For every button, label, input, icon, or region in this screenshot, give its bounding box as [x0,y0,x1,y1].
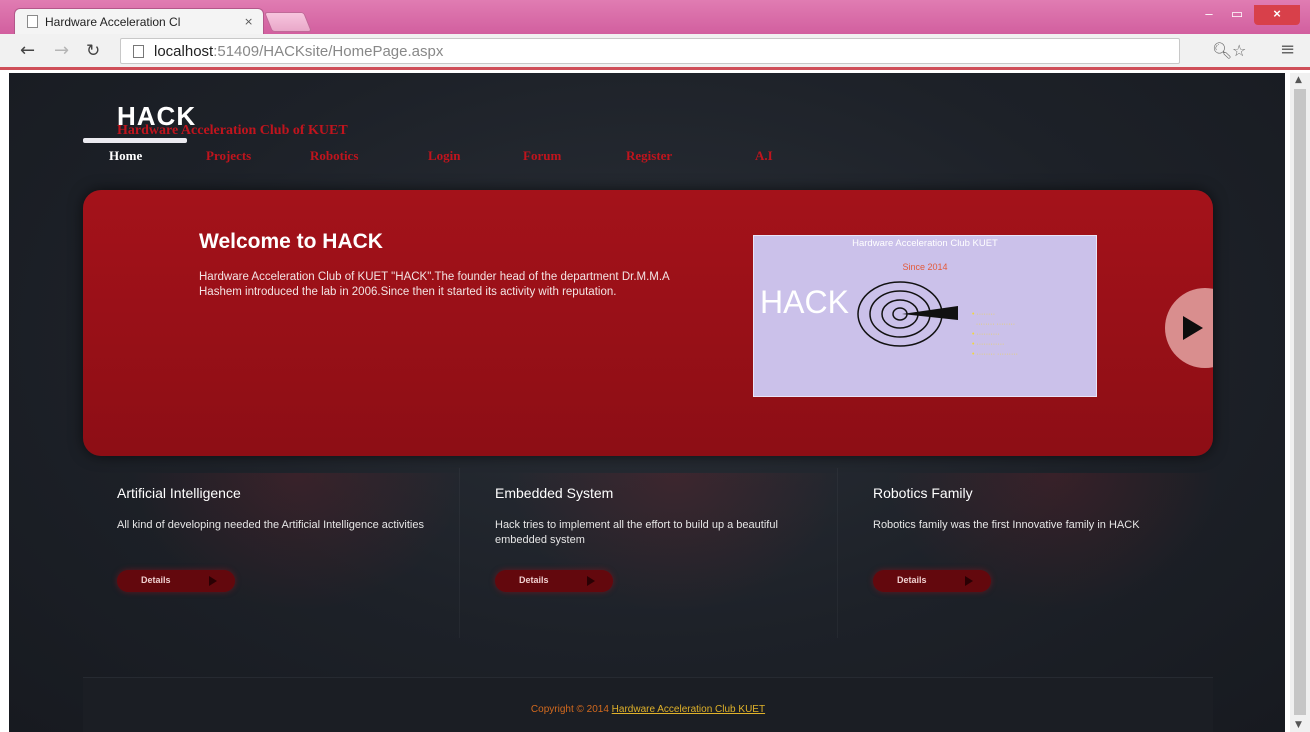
feature-title: Embedded System [495,485,614,501]
site-tagline: Hardware Acceleration Club of KUET [117,123,348,138]
hero-title: Welcome to HACK [199,230,383,253]
details-button-label: Details [897,575,927,585]
target-icon [857,281,958,347]
details-button[interactable]: Details [495,570,613,592]
window-close-button[interactable]: × [1254,5,1300,25]
zoom-icon[interactable]: 🔍︎ [1212,41,1232,60]
page-icon [133,44,144,58]
footer-club-link[interactable]: Hardware Acceleration Club KUET [612,704,765,715]
feature-title: Robotics Family [873,485,973,501]
feature-text: Hack tries to implement all the effort t… [495,519,778,546]
browser-toolbar: ← → ↻ localhost:51409/HACKsite/HomePage.… [0,34,1310,70]
page-viewport: HACK Hardware Acceleration Club of KUET … [9,73,1285,732]
nav-home[interactable]: Home [109,148,206,164]
hero-image-logo: HACK [760,284,849,320]
scroll-up-icon[interactable]: ▲ [1295,75,1302,85]
hero-image-since: Since 2014 [902,262,948,272]
feature-text: Robotics family was the first Innovative… [873,519,1140,531]
window-maximize-button[interactable]: ▭ [1224,5,1250,25]
details-button[interactable]: Details [117,570,235,592]
nav-forum[interactable]: Forum [523,148,626,164]
feature-title: Artificial Intelligence [117,485,241,501]
hero-image-bullets: • ········ ········ ········ • ·········… [972,311,1018,358]
hero-image-heading: Hardware Acceleration Club KUET [852,238,998,249]
feature-card: Robotics Family Robotics family was the … [873,473,1233,623]
scroll-down-icon[interactable]: ▼ [1295,720,1302,730]
main-nav: Home Projects Robotics Login Forum Regis… [109,148,773,164]
play-arrow-icon [965,576,973,586]
page-footer: Copyright © 2014 Hardware Acceleration C… [83,677,1213,732]
menu-icon[interactable]: ≡ [1280,39,1295,60]
forward-arrow-icon[interactable]: → [54,40,69,61]
scrollbar[interactable]: ▲ ▼ [1290,73,1310,732]
details-button-label: Details [141,575,171,585]
feature-card: Artificial Intelligence All kind of deve… [117,473,477,623]
hero-text: Hardware Acceleration Club of KUET "HACK… [199,271,670,298]
footer-text: Copyright © 2014 Hardware Acceleration C… [83,704,1213,715]
nav-login[interactable]: Login [428,148,523,164]
tab-title: Hardware Acceleration Cl [45,14,181,29]
active-nav-indicator [83,138,187,143]
play-arrow-icon [209,576,217,586]
nav-projects[interactable]: Projects [206,148,310,164]
reload-icon[interactable]: ↻ [86,41,100,61]
nav-robotics[interactable]: Robotics [310,148,428,164]
next-slide-icon[interactable] [1183,316,1203,340]
window-minimize-button[interactable]: – [1196,5,1222,25]
nav-register[interactable]: Register [626,148,755,164]
url-path: :51409/HACKsite/HomePage.aspx [213,42,444,60]
feature-text: All kind of developing needed the Artifi… [117,519,424,531]
page-icon [27,15,38,28]
hero-image: Hardware Acceleration Club KUET Since 20… [753,235,1097,397]
tab-close-icon[interactable]: × [244,15,253,28]
details-button-label: Details [519,575,549,585]
play-arrow-icon [587,576,595,586]
details-button[interactable]: Details [873,570,991,592]
browser-tab[interactable]: Hardware Acceleration Cl × [14,8,264,34]
nav-ai[interactable]: A.I [755,148,773,164]
scroll-thumb[interactable] [1294,89,1306,715]
address-bar[interactable]: localhost:51409/HACKsite/HomePage.aspx [120,38,1180,64]
copyright-text: Copyright © 2014 [530,704,612,715]
hero-slider: Welcome to HACK Hardware Acceleration Cl… [83,190,1213,456]
star-icon[interactable]: ☆ [1232,41,1246,60]
feature-card: Embedded System Hack tries to implement … [495,473,855,623]
new-tab-button[interactable] [263,12,313,32]
browser-titlebar: Hardware Acceleration Cl × – ▭ × [0,0,1310,34]
back-arrow-icon[interactable]: ← [20,40,35,61]
url-host: localhost [154,42,214,60]
